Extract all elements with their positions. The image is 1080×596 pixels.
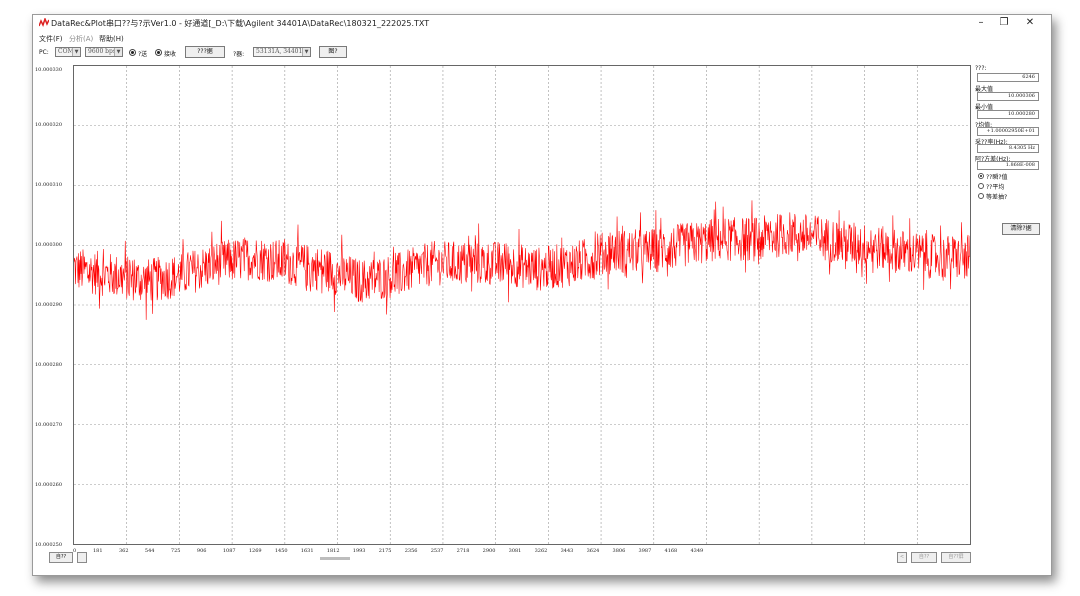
- app-logo-icon: [39, 18, 49, 27]
- x-tick-label: 3262: [534, 548, 548, 554]
- y-tick-label: 10.000290: [35, 302, 63, 308]
- line-chart[interactable]: [74, 66, 970, 544]
- plot-area[interactable]: [73, 65, 971, 545]
- x-tick-label: 3624: [586, 548, 600, 554]
- device-select-value: 53131A, 34401A: [256, 48, 307, 55]
- scrollbar-thumb[interactable]: [320, 557, 350, 560]
- max-value: 10.000306: [977, 92, 1039, 101]
- x-tick-label: 4349: [690, 548, 704, 554]
- x-tick-label: 1631: [300, 548, 314, 554]
- receive-radio[interactable]: [155, 49, 162, 56]
- x-tick-label: 181: [92, 548, 103, 554]
- stats-panel: ???: 6246 最大值 10.000306 最小值 10.000280 ?均…: [974, 65, 1040, 235]
- x-tick-label: 3443: [560, 548, 574, 554]
- x-tick-label: 3806: [612, 548, 626, 554]
- y-tick-label: 10.000300: [35, 242, 63, 248]
- y-tick-label: 10.000270: [35, 422, 63, 428]
- x-tick-label: 2900: [482, 548, 496, 554]
- baud-select-value: 9600 bps: [88, 48, 116, 55]
- auto-scale-button[interactable]: 自??: [49, 552, 73, 563]
- y-tick-label: 10.000310: [35, 182, 63, 188]
- port-select[interactable]: COM1 ▼: [55, 47, 81, 57]
- x-tick-label: 1450: [274, 548, 288, 554]
- menu-analyze[interactable]: 分析(A): [69, 34, 93, 44]
- chevron-down-icon: ▼: [302, 48, 310, 56]
- min-value: 10.000280: [977, 110, 1039, 119]
- mode-radio-decimate[interactable]: [978, 193, 984, 199]
- x-tick-label: 0: [73, 548, 77, 554]
- app-window: DataRec&Plot串口??与?示Ver1.0 - 好通道[_D:\下载\A…: [32, 14, 1052, 576]
- auto-button[interactable]: 自??: [911, 552, 937, 563]
- x-tick-label: 4168: [664, 548, 678, 554]
- y-tick-label: 10.000250: [35, 542, 63, 548]
- x-tick-label: 725: [170, 548, 181, 554]
- x-tick-label: 1087: [222, 548, 236, 554]
- close-button[interactable]: ✕: [1019, 16, 1041, 30]
- x-tick-label: 2718: [456, 548, 470, 554]
- maximize-button[interactable]: ❐: [993, 16, 1015, 30]
- x-tick-label: 1269: [248, 548, 262, 554]
- menu-file[interactable]: 文件(F): [39, 34, 63, 44]
- series-line: [74, 200, 970, 320]
- menu-help[interactable]: 帮助(H): [99, 34, 124, 44]
- send-radio[interactable]: [129, 49, 136, 56]
- scroll-left-button[interactable]: [77, 552, 87, 563]
- minimize-button[interactable]: –: [970, 16, 992, 30]
- mode-label-instant: ??瞬?值: [986, 174, 1008, 181]
- y-tick-label: 10.000280: [35, 362, 63, 368]
- x-tick-label: 3081: [508, 548, 522, 554]
- action-button[interactable]: ???据: [185, 46, 225, 58]
- menu-bar: 文件(F) 分析(A) 帮助(H): [33, 33, 1051, 45]
- title-bar: DataRec&Plot串口??与?示Ver1.0 - 好通道[_D:\下载\A…: [33, 15, 1051, 33]
- chart-button[interactable]: 图?: [319, 46, 347, 58]
- x-tick-label: 1993: [352, 548, 366, 554]
- x-tick-label: 1812: [326, 548, 340, 554]
- toolbar: PC: COM1 ▼ 9600 bps ▼ ?送 接收 ???据 ?器: 531…: [33, 45, 1051, 61]
- count-label: ???:: [975, 65, 987, 72]
- variance-value: 1.868E-008: [977, 161, 1039, 170]
- x-tick-label: 2175: [378, 548, 392, 554]
- horizontal-scrollbar[interactable]: [95, 556, 925, 561]
- device-label: ?器:: [233, 51, 245, 58]
- x-tick-label: 362: [118, 548, 129, 554]
- x-tick-label: 2356: [404, 548, 418, 554]
- x-tick-label: 906: [196, 548, 207, 554]
- chevron-down-icon: ▼: [114, 48, 122, 56]
- clear-data-button[interactable]: 清除?据: [1002, 223, 1040, 235]
- mode-label-decimate: 等差抽?: [986, 194, 1008, 201]
- count-value: 6246: [977, 73, 1039, 82]
- mode-radio-instant[interactable]: [978, 173, 984, 179]
- device-select[interactable]: 53131A, 34401A ▼: [253, 47, 311, 57]
- send-label: ?送: [138, 51, 148, 58]
- chevron-down-icon: ▼: [72, 48, 80, 56]
- mode-radio-average[interactable]: [978, 183, 984, 189]
- avg-value: +1.00002950E+01: [977, 127, 1039, 136]
- port-label: PC:: [39, 49, 49, 56]
- baud-select[interactable]: 9600 bps ▼: [85, 47, 123, 57]
- freq-value: 8.4305 Hz: [977, 144, 1039, 153]
- y-tick-label: 10.000330: [35, 67, 63, 73]
- y-tick-label: 10.000320: [35, 122, 63, 128]
- y-tick-label: 10.000260: [35, 482, 63, 488]
- x-tick-label: 2537: [430, 548, 444, 554]
- scroll-prev-button[interactable]: <: [897, 552, 907, 563]
- x-tick-label: 544: [144, 548, 155, 554]
- receive-label: 接收: [164, 51, 177, 58]
- x-tick-label: 3987: [638, 548, 652, 554]
- mode-label-average: ??平均: [986, 184, 1005, 191]
- auto-screen-button[interactable]: 自??屏: [941, 552, 971, 563]
- window-title: DataRec&Plot串口??与?示Ver1.0 - 好通道[_D:\下载\A…: [51, 19, 430, 28]
